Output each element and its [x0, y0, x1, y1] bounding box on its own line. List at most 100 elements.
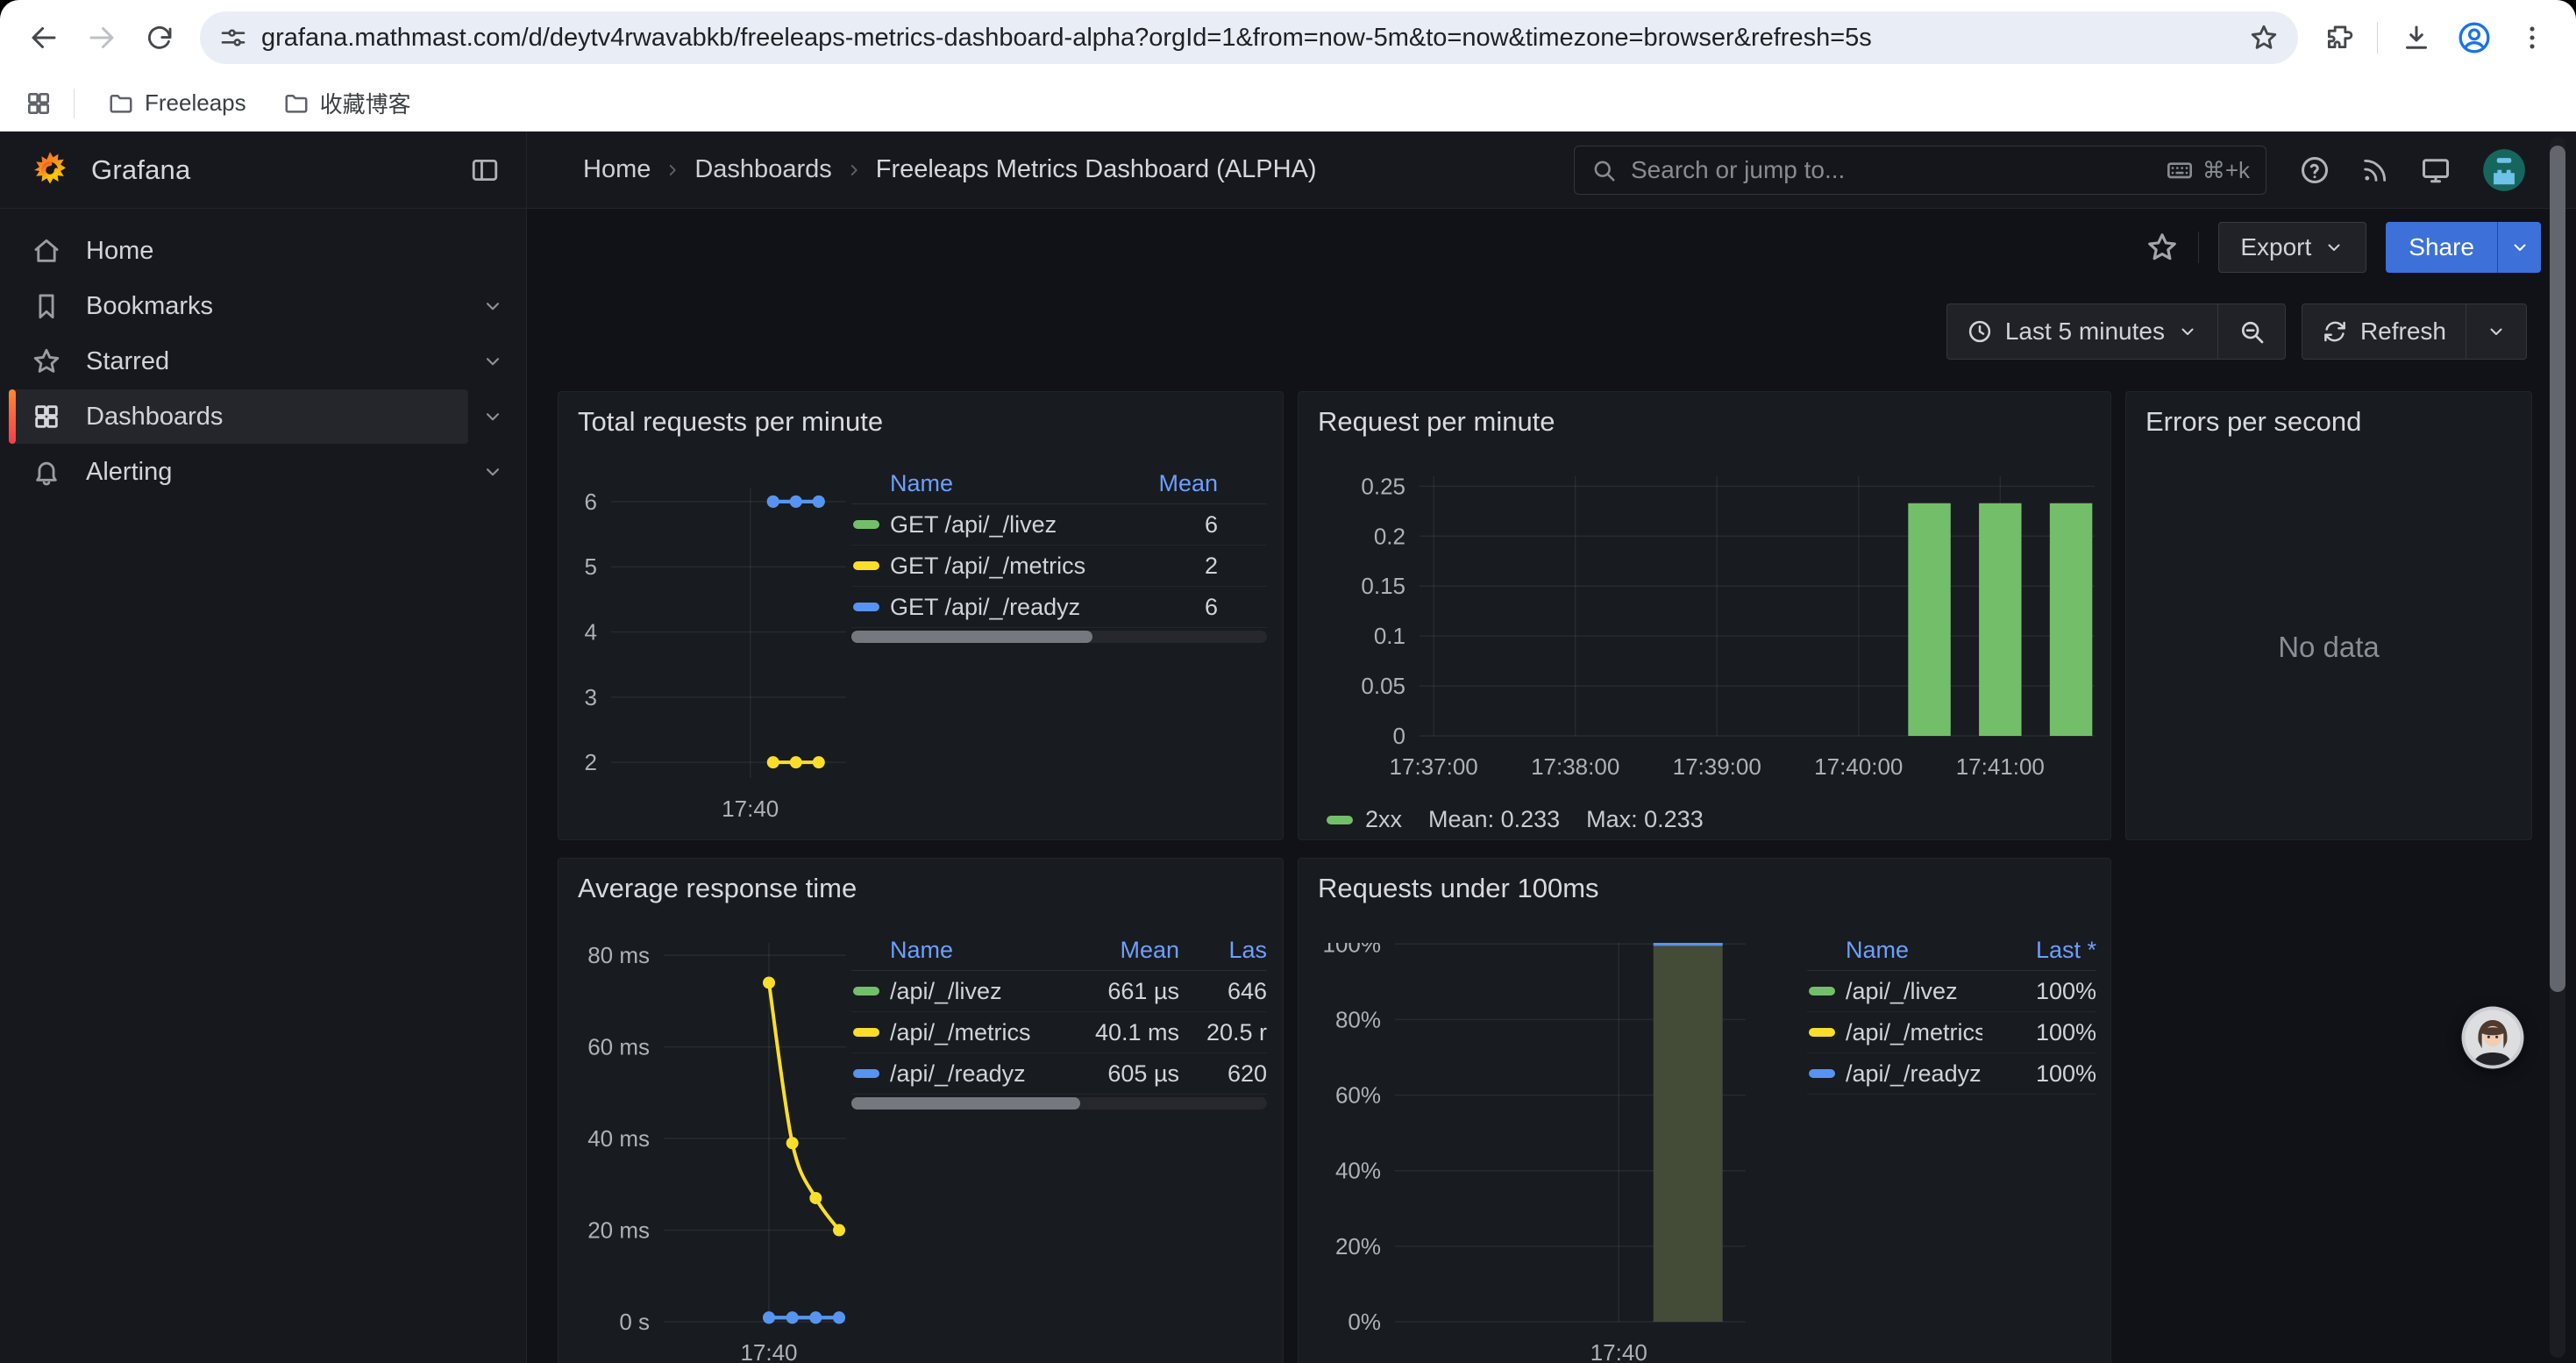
- legend-column-header[interactable]: Name: [1846, 937, 1982, 964]
- refresh-button[interactable]: Refresh: [2302, 304, 2466, 359]
- legend-column-header[interactable]: Mean: [1051, 937, 1179, 964]
- panel-title[interactable]: Errors per second: [2145, 406, 2361, 438]
- sidebar-item-alerting[interactable]: Alerting: [9, 445, 468, 499]
- share-menu-button[interactable]: [2497, 222, 2541, 273]
- sidebar-item-home[interactable]: Home: [9, 224, 517, 278]
- panel-requests-under-100ms[interactable]: Requests under 100ms 0%20%40%60%80%100%1…: [1298, 858, 2111, 1363]
- bookmark-folder-freeleaps[interactable]: Freeleaps: [96, 84, 259, 122]
- breadcrumb-separator: [844, 161, 864, 180]
- legend-series-name[interactable]: GET /api/_/readyz: [890, 594, 1113, 621]
- site-info-icon[interactable]: [219, 24, 247, 52]
- legend-scrollbar[interactable]: [851, 631, 1267, 643]
- legend-series-name[interactable]: /api/_/metrics: [1846, 1019, 1982, 1046]
- legend-value: 6: [1113, 511, 1218, 539]
- expand-chevron-icon[interactable]: [468, 295, 517, 318]
- legend-header: NameMean: [851, 464, 1267, 504]
- expand-chevron-icon[interactable]: [468, 460, 517, 483]
- panel-title[interactable]: Total requests per minute: [578, 406, 883, 438]
- bookmark-star-icon[interactable]: [2249, 23, 2279, 53]
- back-icon[interactable]: [19, 13, 68, 62]
- search-input[interactable]: Search or jump to... ⌘+k: [1574, 146, 2266, 195]
- legend-scrollbar[interactable]: [851, 1097, 1267, 1110]
- panel-title[interactable]: Average response time: [578, 873, 857, 904]
- user-avatar[interactable]: [2481, 147, 2527, 193]
- download-icon[interactable]: [2392, 13, 2441, 62]
- svg-text:0.05: 0.05: [1361, 673, 1405, 699]
- svg-text:40%: 40%: [1335, 1158, 1381, 1184]
- bell-icon: [32, 457, 61, 487]
- panel-title[interactable]: Requests under 100ms: [1318, 873, 1599, 904]
- timeseries-chart[interactable]: 0 s20 ms40 ms60 ms80 ms17:40: [576, 943, 853, 1363]
- sidebar-item-starred[interactable]: Starred: [9, 334, 468, 389]
- svg-text:20%: 20%: [1335, 1233, 1381, 1260]
- refresh-interval-button[interactable]: [2466, 304, 2526, 359]
- legend-value: 6: [1113, 594, 1218, 621]
- expand-chevron-icon[interactable]: [468, 350, 517, 373]
- legend-series-name[interactable]: 2xx: [1365, 806, 1402, 833]
- time-range-button[interactable]: Last 5 minutes: [1947, 304, 2217, 359]
- timeseries-chart[interactable]: 2345617:40: [576, 476, 853, 824]
- panel-average-response-time[interactable]: Average response time 0 s20 ms40 ms60 ms…: [558, 858, 1284, 1363]
- scrollbar-track[interactable]: [2550, 137, 2565, 1358]
- share-button[interactable]: Share: [2386, 222, 2497, 273]
- kiosk-monitor-icon[interactable]: [2420, 154, 2451, 186]
- refresh-picker: Refresh: [2302, 303, 2527, 360]
- legend-series-name[interactable]: /api/_/metrics: [890, 1019, 1051, 1046]
- address-bar[interactable]: grafana.mathmast.com/d/deytv4rwavabkb/fr…: [200, 11, 2298, 64]
- chevron-down-icon: [2486, 321, 2507, 342]
- legend-column-header[interactable]: Last *: [1982, 937, 2096, 964]
- legend-series-name[interactable]: /api/_/readyz: [890, 1060, 1051, 1088]
- legend-series-name[interactable]: GET /api/_/metrics: [890, 553, 1113, 580]
- breadcrumb-item[interactable]: Home: [583, 155, 651, 184]
- series-GET /api/_/metrics: [767, 756, 825, 768]
- forward-icon[interactable]: [77, 13, 126, 62]
- panel-request-per-minute[interactable]: Request per minute 00.050.10.150.20.2517…: [1298, 391, 2111, 840]
- series-2xx: [1908, 503, 2092, 736]
- svg-text:5: 5: [585, 553, 597, 580]
- scrollbar-thumb[interactable]: [2550, 146, 2565, 992]
- reload-icon[interactable]: [135, 13, 184, 62]
- dock-menu-icon[interactable]: [470, 155, 500, 185]
- bookmark-folder-blogs[interactable]: 收藏博客: [271, 82, 423, 125]
- legend-column-header[interactable]: Name: [890, 937, 1051, 964]
- export-button[interactable]: Export: [2218, 222, 2366, 273]
- svg-text:2: 2: [585, 749, 597, 775]
- sidebar-item-dashboards[interactable]: Dashboards: [9, 389, 468, 444]
- url-text[interactable]: grafana.mathmast.com/d/deytv4rwavabkb/fr…: [261, 24, 2235, 53]
- sidebar-item-bookmarks[interactable]: Bookmarks: [9, 279, 468, 333]
- bar-chart[interactable]: 00.050.10.150.20.2517:37:0017:38:0017:39…: [1316, 476, 2102, 824]
- news-rss-icon[interactable]: [2360, 155, 2390, 185]
- panel-errors-per-second[interactable]: Errors per second No data: [2125, 391, 2532, 840]
- legend-series-name[interactable]: /api/_/readyz: [1846, 1060, 1982, 1088]
- svg-text:0.15: 0.15: [1361, 573, 1405, 599]
- panel-total-requests-per-minute[interactable]: Total requests per minute 2345617:40 Nam…: [558, 391, 1284, 840]
- legend-column-header[interactable]: Name: [890, 470, 1113, 497]
- zoom-out-button[interactable]: [2217, 304, 2285, 359]
- svg-text:6: 6: [585, 489, 597, 515]
- legend-column-header[interactable]: Mean: [1113, 470, 1218, 497]
- chart-svg: 0%20%40%60%80%100%17:40: [1316, 943, 1754, 1363]
- favorite-star-icon[interactable]: [2145, 231, 2179, 264]
- help-icon[interactable]: [2299, 154, 2330, 186]
- series-under-100ms: [1654, 943, 1723, 1322]
- breadcrumb: HomeDashboardsFreeleaps Metrics Dashboar…: [527, 155, 1317, 184]
- panel-title[interactable]: Request per minute: [1318, 406, 1555, 438]
- apps-grid-icon[interactable]: [25, 89, 53, 118]
- legend-column-header[interactable]: Las: [1179, 937, 1267, 964]
- breadcrumb-item[interactable]: Dashboards: [694, 155, 831, 184]
- bar-chart[interactable]: 0%20%40%60%80%100%17:40: [1316, 943, 1754, 1363]
- legend-series-name[interactable]: /api/_/livez: [1846, 978, 1982, 1005]
- chart-svg: 00.050.10.150.20.2517:37:0017:38:0017:39…: [1316, 476, 2102, 824]
- home-icon: [32, 236, 61, 266]
- legend-series-name[interactable]: GET /api/_/livez: [890, 511, 1113, 539]
- grafana-logo[interactable]: [30, 150, 70, 190]
- share-button-group: Share: [2386, 222, 2541, 273]
- legend-series-name[interactable]: /api/_/livez: [890, 978, 1051, 1005]
- expand-chevron-icon[interactable]: [468, 405, 517, 428]
- extensions-icon[interactable]: [2314, 13, 2363, 62]
- series-color-pill: [1809, 987, 1835, 995]
- profile-icon[interactable]: [2450, 13, 2499, 62]
- browser-menu-icon[interactable]: [2508, 13, 2557, 62]
- sidebar-item-label: Bookmarks: [86, 292, 213, 321]
- assistant-avatar[interactable]: [2460, 1005, 2525, 1070]
